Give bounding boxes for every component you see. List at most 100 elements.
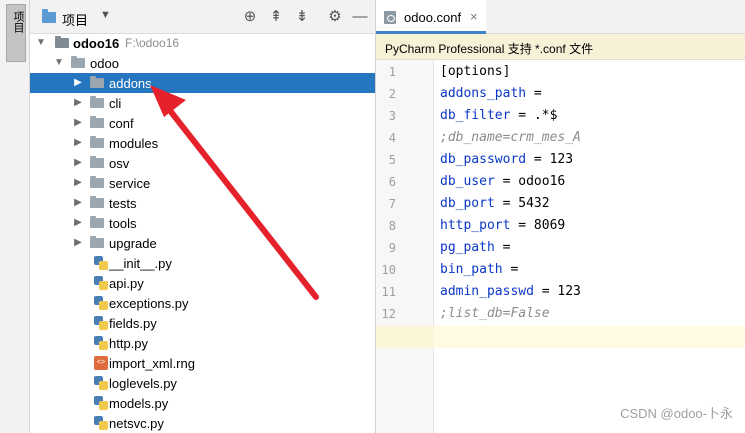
folder-icon xyxy=(42,9,56,23)
tree-item-label: tests xyxy=(109,196,137,211)
folder-icon xyxy=(55,36,69,48)
tree-item[interactable]: <> import_xml.rng xyxy=(30,353,375,373)
editor-area: odoo.conf × PyCharm Professional 支持 *.co… xyxy=(376,0,745,433)
tree-item-label: models.py xyxy=(109,396,169,411)
config-key: [options] xyxy=(440,64,511,79)
tree-item[interactable]: exceptions.py xyxy=(30,293,375,313)
gear-icon[interactable]: ⚙ xyxy=(326,8,344,26)
config-value: = 5432 xyxy=(494,196,550,211)
line-number: 6 xyxy=(388,175,396,189)
tree-item[interactable]: ▶ conf xyxy=(30,113,375,133)
tree-item-label: modules xyxy=(109,136,159,151)
python-file-icon xyxy=(94,376,108,390)
tree-item[interactable]: fields.py xyxy=(30,313,375,333)
tab-label: odoo.conf xyxy=(404,10,462,25)
line-number: 2 xyxy=(388,87,396,101)
code-line[interactable]: bin_path = xyxy=(440,262,518,277)
folder-icon xyxy=(90,196,104,208)
tree-root-odoo16[interactable]: ▼ odoo16 F:\odoo16 xyxy=(30,33,375,53)
tree-item-label: api.py xyxy=(109,276,144,291)
tree-item[interactable]: __init__.py xyxy=(30,253,375,273)
chevron-right-icon[interactable]: ▶ xyxy=(73,236,83,250)
chevron-right-icon[interactable]: ▶ xyxy=(73,136,83,150)
tree-item[interactable]: ▶ osv xyxy=(30,153,375,173)
tree-item-label: conf xyxy=(109,116,134,131)
plugin-banner-text: PyCharm Professional 支持 *.conf 文件 xyxy=(385,42,594,56)
project-tool-tab-label: 项目 xyxy=(12,11,24,33)
close-icon[interactable]: × xyxy=(470,9,478,24)
folder-icon xyxy=(90,76,104,88)
watermark: CSDN @odoo-卜永 xyxy=(620,406,733,421)
chevron-right-icon[interactable]: ▶ xyxy=(73,216,83,230)
chevron-right-icon[interactable]: ▶ xyxy=(73,76,83,90)
line-number: 8 xyxy=(388,219,396,233)
folder-icon xyxy=(71,56,85,68)
tree-item[interactable]: ▼ odoo xyxy=(30,53,375,73)
code-line[interactable]: ;db_name=crm_mes_A xyxy=(440,130,581,145)
tree-item[interactable]: api.py xyxy=(30,273,375,293)
tree-item-label: addons xyxy=(109,76,152,91)
code-line[interactable]: http_port = 8069 xyxy=(440,218,565,233)
tree-item[interactable]: ▶ service xyxy=(30,173,375,193)
chevron-right-icon[interactable]: ▶ xyxy=(73,196,83,210)
tree-item[interactable]: http.py xyxy=(30,333,375,353)
tree-item[interactable]: ▶ upgrade xyxy=(30,233,375,253)
tree-item-label: osv xyxy=(109,156,130,171)
python-file-icon xyxy=(94,316,108,330)
code-line[interactable]: admin_passwd = 123 xyxy=(440,284,581,299)
code-line[interactable]: db_filter = .*$ xyxy=(440,108,557,123)
code-line[interactable]: db_user = odoo16 xyxy=(440,174,565,189)
tree-item[interactable]: ▶ tests xyxy=(30,193,375,213)
code-line[interactable]: addons_path = xyxy=(440,86,542,101)
tree-item[interactable]: loglevels.py xyxy=(30,373,375,393)
python-file-icon xyxy=(94,336,108,350)
code-line[interactable]: [options] xyxy=(440,64,510,79)
chevron-down-icon[interactable]: ▼ xyxy=(100,9,111,21)
folder-icon xyxy=(90,176,104,188)
config-file-icon xyxy=(384,11,396,24)
tool-window-strip: 项目 xyxy=(0,0,30,433)
line-number: 7 xyxy=(388,197,396,211)
chevron-right-icon[interactable]: ▶ xyxy=(73,96,83,110)
tree-item[interactable]: netsvc.py xyxy=(30,413,375,433)
tree-item-label: service xyxy=(109,176,151,191)
line-number: 10 xyxy=(381,263,396,277)
tab-odoo-conf[interactable]: odoo.conf × xyxy=(376,0,486,34)
code-line[interactable]: ;list_db=False xyxy=(440,306,550,321)
code-line[interactable]: db_password = 123 xyxy=(440,152,573,167)
chevron-right-icon[interactable]: ▶ xyxy=(73,116,83,130)
tree-item[interactable]: ▶ cli xyxy=(30,93,375,113)
code-line[interactable]: pg_path = xyxy=(440,240,510,255)
editor-tab-bar: odoo.conf × xyxy=(376,0,745,34)
config-value: = xyxy=(526,86,542,101)
config-key: db_password xyxy=(440,152,527,167)
line-number: 4 xyxy=(388,131,396,145)
line-number-gutter[interactable]: 12345678910111213 xyxy=(376,60,434,433)
folder-icon xyxy=(90,236,104,248)
tree-item[interactable]: ▶ modules xyxy=(30,133,375,153)
collapse-all-icon[interactable]: ⇟ xyxy=(293,8,311,26)
project-tool-tab[interactable]: 项目 xyxy=(6,4,26,62)
code-line[interactable]: db_port = 5432 xyxy=(440,196,550,211)
tree-item[interactable]: ▶ addons xyxy=(30,73,375,93)
tree-item-label: exceptions.py xyxy=(109,296,189,311)
config-key: db_user xyxy=(440,174,495,189)
tree-item-label: __init__.py xyxy=(109,256,172,271)
folder-icon xyxy=(90,96,104,108)
locate-icon[interactable]: ⊕ xyxy=(241,8,259,26)
python-file-icon xyxy=(94,396,108,410)
project-panel-header: 项目 ▼ ⊕ ⇞ ⇟ ⚙ — xyxy=(30,0,375,34)
line-number: 5 xyxy=(388,153,396,167)
line-number: 3 xyxy=(388,109,396,123)
chevron-down-icon[interactable]: ▼ xyxy=(36,36,46,50)
tree-item[interactable]: ▶ tools xyxy=(30,213,375,233)
chevron-right-icon[interactable]: ▶ xyxy=(73,176,83,190)
chevron-down-icon[interactable]: ▼ xyxy=(54,56,64,70)
expand-all-icon[interactable]: ⇞ xyxy=(267,8,285,26)
minimize-icon[interactable]: — xyxy=(351,8,369,26)
current-line-gutter xyxy=(376,326,434,348)
chevron-right-icon[interactable]: ▶ xyxy=(73,156,83,170)
tree-item[interactable]: models.py xyxy=(30,393,375,413)
tree-item-label: tools xyxy=(109,216,137,231)
project-view-selector[interactable]: 项目 xyxy=(62,10,88,29)
